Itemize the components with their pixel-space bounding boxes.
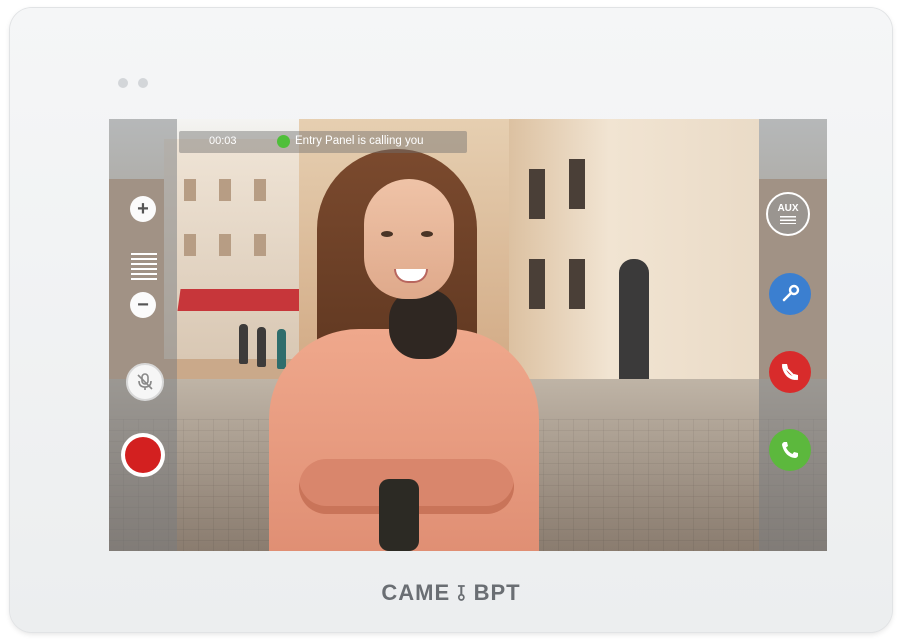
video-pedestrian <box>257 327 266 367</box>
answer-call-button[interactable] <box>769 429 811 471</box>
call-timer: 00:03 <box>209 135 237 147</box>
sensor-dot <box>118 78 128 88</box>
video-screen: 00:03 Entry Panel is calling you + − AUX <box>109 119 827 551</box>
visitor-eye <box>421 231 433 237</box>
phone-answer-icon <box>782 442 798 458</box>
video-pedestrian <box>239 324 248 364</box>
record-button[interactable] <box>121 433 165 477</box>
right-action-panel <box>759 119 827 551</box>
brand-logo: CAME ⫱ BPT <box>381 580 521 605</box>
video-door <box>619 259 649 379</box>
visitor-eye <box>381 231 393 237</box>
mute-microphone-button[interactable] <box>126 363 164 401</box>
aux-label: AUX <box>777 203 799 214</box>
sensor-dot <box>138 78 148 88</box>
zoom-out-button[interactable]: − <box>130 292 156 318</box>
door-open-button[interactable] <box>769 273 811 315</box>
microphone-muted-icon <box>137 373 153 390</box>
intercom-monitor: 00:03 Entry Panel is calling you + − AUX <box>10 8 892 632</box>
aux-button[interactable]: AUX <box>766 192 810 236</box>
record-icon <box>125 437 161 473</box>
status-indicator-dot <box>277 135 290 148</box>
zoom-in-button[interactable]: + <box>130 196 156 222</box>
visitor-turtleneck <box>389 289 457 359</box>
zoom-level-scale[interactable] <box>131 253 157 283</box>
plus-icon: + <box>137 198 149 220</box>
visitor-sleeve <box>379 479 419 551</box>
key-icon <box>782 284 800 302</box>
video-pedestrian <box>277 329 286 369</box>
hang-up-button[interactable] <box>769 351 811 393</box>
menu-lines-icon <box>780 216 796 224</box>
minus-icon: − <box>137 294 149 316</box>
video-awning <box>177 289 306 311</box>
left-control-panel <box>109 119 177 551</box>
hang-up-icon <box>781 363 799 381</box>
call-status-text: Entry Panel is calling you <box>295 135 424 147</box>
